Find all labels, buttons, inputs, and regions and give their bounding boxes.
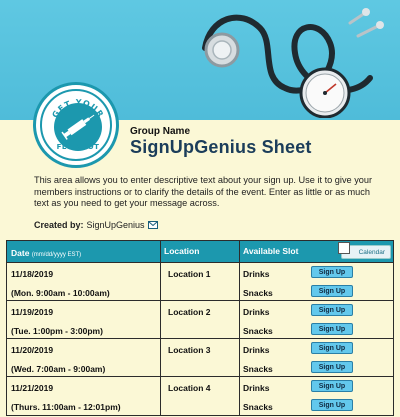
row-location: Location 2 [168, 307, 211, 317]
logo-inner-ring: GET YOUR FLU SHOT [40, 89, 112, 161]
description-text: This area allows you to enter descriptiv… [34, 175, 373, 208]
row-item: Drinks [243, 269, 270, 279]
row-item: Snacks [243, 364, 273, 374]
row-date: 11/20/2019 [11, 345, 54, 355]
row-location: Location 1 [168, 269, 211, 279]
table-row: 11/20/2019 (Wed. 7:00am - 9:00am) Locati… [7, 339, 393, 377]
created-by-value: SignUpGenius [86, 220, 145, 230]
sign-up-button[interactable]: Sign Up [311, 361, 353, 373]
sheet-title: SignUpGenius Sheet [130, 137, 312, 157]
row-item: Drinks [243, 383, 270, 393]
row-item: Snacks [243, 288, 273, 298]
sign-up-button[interactable]: Sign Up [311, 323, 353, 335]
col-slot-header: Available Slot [243, 246, 299, 256]
row-item: Drinks [243, 345, 270, 355]
col-date-header: Date (mm/dd/yyyy EST) [11, 248, 81, 258]
sign-up-button[interactable]: Sign Up [311, 304, 353, 316]
stethoscope-icon [202, 8, 384, 118]
sign-up-button[interactable]: Sign Up [311, 266, 353, 278]
row-time: (Mon. 9:00am - 10:00am) [11, 288, 110, 298]
calendar-label: Calendar [358, 248, 385, 256]
col-date-hint: (mm/dd/yyyy EST) [31, 252, 82, 258]
row-item: Snacks [243, 326, 273, 336]
flu-shot-logo: GET YOUR FLU SHOT [33, 82, 119, 168]
row-time: (Tue. 1:00pm - 3:00pm) [11, 326, 103, 336]
signup-table: Date (mm/dd/yyyy EST) Location Available… [6, 240, 394, 416]
logo-text-bottom: FLU SHOT [56, 143, 100, 151]
table-row: 11/19/2019 (Tue. 1:00pm - 3:00pm) Locati… [7, 301, 393, 339]
header-divider [239, 241, 240, 262]
row-item: Snacks [243, 402, 273, 412]
sign-up-button[interactable]: Sign Up [311, 285, 353, 297]
table-row: 11/21/2019 (Thurs. 11:00am - 12:01pm) Lo… [7, 377, 393, 415]
row-date: 11/19/2019 [11, 307, 54, 317]
sign-up-button[interactable]: Sign Up [311, 342, 353, 354]
table-row: 11/18/2019 (Mon. 9:00am - 10:00am) Locat… [7, 263, 393, 301]
sign-up-button[interactable]: Sign Up [311, 380, 353, 392]
created-by: Created by: SignUpGenius [34, 220, 158, 230]
table-header: Date (mm/dd/yyyy EST) Location Available… [7, 241, 393, 263]
calendar-icon [338, 242, 350, 254]
col-date-label: Date [11, 248, 30, 258]
calendar-button[interactable]: Calendar [338, 242, 391, 259]
row-time: (Thurs. 11:00am - 12:01pm) [11, 402, 121, 412]
row-location: Location 4 [168, 383, 211, 393]
row-location: Location 3 [168, 345, 211, 355]
sign-up-button[interactable]: Sign Up [311, 399, 353, 411]
signup-page: GET YOUR FLU SHOT Group Name SignUpGeniu… [0, 0, 400, 417]
created-by-label: Created by: [34, 220, 84, 230]
row-time: (Wed. 7:00am - 9:00am) [11, 364, 106, 374]
mail-icon[interactable] [147, 221, 158, 229]
syringe-icon: GET YOUR [50, 98, 105, 151]
col-location-header: Location [164, 246, 200, 256]
group-name: Group Name [130, 126, 191, 137]
header-divider [160, 241, 161, 262]
row-date: 11/21/2019 [11, 383, 54, 393]
row-item: Drinks [243, 307, 270, 317]
row-date: 11/18/2019 [11, 269, 54, 279]
